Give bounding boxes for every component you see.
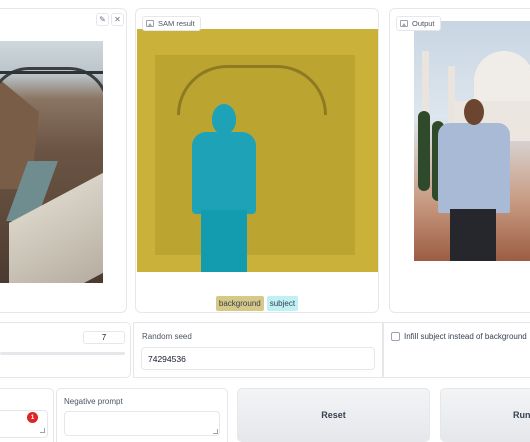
image-icon xyxy=(400,20,408,27)
seed-label: Random seed xyxy=(142,332,192,341)
infill-subject-checkbox[interactable] xyxy=(391,332,400,341)
image-icon xyxy=(146,20,154,27)
slider-track[interactable] xyxy=(0,352,125,355)
resize-handle[interactable] xyxy=(40,428,45,433)
resize-handle[interactable] xyxy=(213,429,218,434)
sam-result-label: SAM result xyxy=(142,16,201,31)
output-panel: Output xyxy=(389,8,530,313)
error-badge: 1 xyxy=(27,412,38,423)
infill-block xyxy=(383,322,530,378)
negative-prompt-label: Negative prompt xyxy=(64,397,123,406)
mask-legend: background subject xyxy=(136,296,378,311)
legend-subject: subject xyxy=(266,296,299,311)
slider-value-input[interactable]: 7 xyxy=(83,331,125,344)
sam-result-panel: SAM result background subject xyxy=(135,8,379,313)
output-label: Output xyxy=(396,16,441,31)
close-icon[interactable]: ✕ xyxy=(111,13,124,26)
legend-background: background xyxy=(215,296,264,311)
seed-input[interactable]: 74294536 xyxy=(141,347,375,370)
sam-mask-image xyxy=(137,29,378,272)
prompt-input[interactable] xyxy=(0,410,48,438)
reset-button[interactable]: Reset xyxy=(237,388,430,442)
output-image xyxy=(414,21,530,261)
input-image xyxy=(0,41,103,283)
pencil-icon[interactable]: ✎ xyxy=(96,13,109,26)
negative-prompt-input[interactable] xyxy=(64,411,220,436)
run-button[interactable]: Run xyxy=(440,388,530,442)
input-image-panel: ✎ ✕ xyxy=(0,8,127,313)
infill-subject-label: Infill subject instead of background xyxy=(404,332,527,341)
subject-mask xyxy=(189,104,259,272)
